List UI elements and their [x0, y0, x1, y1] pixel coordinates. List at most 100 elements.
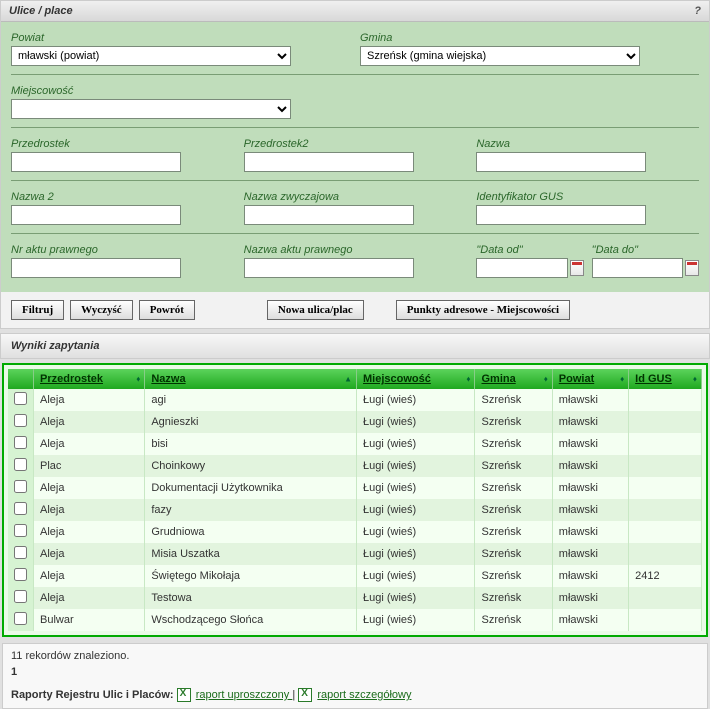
- report-detail-link[interactable]: raport szczegółowy: [317, 689, 411, 701]
- col-idgus[interactable]: Id GUS♦: [629, 369, 702, 389]
- nr-aktu-input[interactable]: [11, 258, 181, 278]
- table-row[interactable]: AlejaagiŁugi (wieś)Szreńskmławski: [8, 389, 702, 411]
- reports-label: Raporty Rejestru Ulic i Placów:: [11, 689, 174, 701]
- cell-miejscowosc: Ługi (wieś): [357, 543, 475, 565]
- id-gus-input[interactable]: [476, 205, 646, 225]
- data-do-input[interactable]: [592, 258, 684, 278]
- table-row[interactable]: AlejaŚwiętego MikołajaŁugi (wieś)Szreńsk…: [8, 565, 702, 587]
- calendar-icon-od[interactable]: [570, 260, 584, 276]
- col-nazwa[interactable]: Nazwa▲: [145, 369, 357, 389]
- miejscowosc-label: Miejscowość: [11, 85, 350, 97]
- table-row[interactable]: AlejaMisia UszatkaŁugi (wieś)Szreńskmław…: [8, 543, 702, 565]
- cell-powiat: mławski: [552, 565, 628, 587]
- row-checkbox[interactable]: [14, 458, 27, 471]
- cell-przedrostek: Aleja: [34, 521, 145, 543]
- cell-przedrostek: Plac: [34, 455, 145, 477]
- cell-przedrostek: Aleja: [34, 433, 145, 455]
- cell-gmina: Szreńsk: [475, 455, 552, 477]
- nazwa-input[interactable]: [476, 152, 646, 172]
- row-checkbox[interactable]: [14, 590, 27, 603]
- cell-nazwa: bisi: [145, 433, 357, 455]
- przedrostek2-label: Przedrostek2: [244, 138, 467, 150]
- cell-powiat: mławski: [552, 499, 628, 521]
- wyczysc-button[interactable]: Wyczyść: [70, 300, 133, 320]
- col-miejscowosc[interactable]: Miejscowość♦: [357, 369, 475, 389]
- powrot-button[interactable]: Powrót: [139, 300, 195, 320]
- nazwa-zwyczajowa-label: Nazwa zwyczajowa: [244, 191, 467, 203]
- cell-gmina: Szreńsk: [475, 411, 552, 433]
- cell-nazwa: Świętego Mikołaja: [145, 565, 357, 587]
- cell-gmina: Szreńsk: [475, 433, 552, 455]
- results-table: Przedrostek♦ Nazwa▲ Miejscowość♦ Gmina♦ …: [8, 369, 702, 631]
- cell-idgus: [629, 389, 702, 411]
- cell-miejscowosc: Ługi (wieś): [357, 609, 475, 631]
- cell-przedrostek: Aleja: [34, 411, 145, 433]
- cell-powiat: mławski: [552, 587, 628, 609]
- miejscowosc-select[interactable]: [11, 99, 291, 119]
- filtruj-button[interactable]: Filtruj: [11, 300, 64, 320]
- przedrostek-label: Przedrostek: [11, 138, 234, 150]
- cell-nazwa: Dokumentacji Użytkownika: [145, 477, 357, 499]
- cell-idgus: [629, 477, 702, 499]
- table-row[interactable]: AlejaTestowaŁugi (wieś)Szreńskmławski: [8, 587, 702, 609]
- table-row[interactable]: AlejabisiŁugi (wieś)Szreńskmławski: [8, 433, 702, 455]
- cell-nazwa: Misia Uszatka: [145, 543, 357, 565]
- cell-nazwa: fazy: [145, 499, 357, 521]
- results-title: Wyniki zapytania: [0, 333, 710, 359]
- cell-idgus: [629, 543, 702, 565]
- row-checkbox[interactable]: [14, 436, 27, 449]
- punkty-adresowe-button[interactable]: Punkty adresowe - Miejscowości: [396, 300, 570, 320]
- col-przedrostek[interactable]: Przedrostek♦: [34, 369, 145, 389]
- cell-miejscowosc: Ługi (wieś): [357, 411, 475, 433]
- cell-miejscowosc: Ługi (wieś): [357, 521, 475, 543]
- powiat-label: Powiat: [11, 32, 350, 44]
- cell-gmina: Szreńsk: [475, 587, 552, 609]
- przedrostek-input[interactable]: [11, 152, 181, 172]
- table-row[interactable]: AlejaGrudniowaŁugi (wieś)Szreńskmławski: [8, 521, 702, 543]
- data-od-label: "Data od": [476, 244, 583, 256]
- table-row[interactable]: AlejafazyŁugi (wieś)Szreńskmławski: [8, 499, 702, 521]
- powiat-select[interactable]: mławski (powiat): [11, 46, 291, 66]
- row-checkbox[interactable]: [14, 612, 27, 625]
- table-row[interactable]: AlejaDokumentacji UżytkownikaŁugi (wieś)…: [8, 477, 702, 499]
- separator: |: [292, 689, 295, 701]
- cell-gmina: Szreńsk: [475, 499, 552, 521]
- cell-idgus: [629, 587, 702, 609]
- table-row[interactable]: BulwarWschodzącego SłońcaŁugi (wieś)Szre…: [8, 609, 702, 631]
- report-simple-link[interactable]: raport uproszczony: [196, 689, 293, 701]
- cell-powiat: mławski: [552, 433, 628, 455]
- nazwa-zwyczajowa-input[interactable]: [244, 205, 414, 225]
- help-icon[interactable]: ?: [694, 5, 701, 17]
- row-checkbox[interactable]: [14, 480, 27, 493]
- row-checkbox[interactable]: [14, 546, 27, 559]
- cell-idgus: [629, 521, 702, 543]
- table-row[interactable]: AlejaAgnieszkiŁugi (wieś)Szreńskmławski: [8, 411, 702, 433]
- col-powiat[interactable]: Powiat♦: [552, 369, 628, 389]
- record-count: 11 rekordów znaleziono.: [11, 650, 699, 662]
- calendar-icon-do[interactable]: [685, 260, 699, 276]
- nazwa2-input[interactable]: [11, 205, 181, 225]
- cell-przedrostek: Aleja: [34, 587, 145, 609]
- gmina-select[interactable]: Szreńsk (gmina wiejska): [360, 46, 640, 66]
- nazwa2-label: Nazwa 2: [11, 191, 234, 203]
- nazwa-aktu-input[interactable]: [244, 258, 414, 278]
- table-row[interactable]: PlacChoinkowyŁugi (wieś)Szreńskmławski: [8, 455, 702, 477]
- data-do-label: "Data do": [592, 244, 699, 256]
- row-checkbox[interactable]: [14, 524, 27, 537]
- przedrostek2-input[interactable]: [244, 152, 414, 172]
- col-gmina[interactable]: Gmina♦: [475, 369, 552, 389]
- row-checkbox[interactable]: [14, 392, 27, 405]
- cell-idgus: [629, 609, 702, 631]
- cell-gmina: Szreńsk: [475, 565, 552, 587]
- nowa-ulica-button[interactable]: Nowa ulica/plac: [267, 300, 364, 320]
- row-checkbox[interactable]: [14, 502, 27, 515]
- cell-nazwa: Grudniowa: [145, 521, 357, 543]
- cell-przedrostek: Aleja: [34, 389, 145, 411]
- data-od-input[interactable]: [476, 258, 568, 278]
- cell-powiat: mławski: [552, 455, 628, 477]
- row-checkbox[interactable]: [14, 568, 27, 581]
- cell-powiat: mławski: [552, 411, 628, 433]
- cell-gmina: Szreńsk: [475, 477, 552, 499]
- cell-gmina: Szreńsk: [475, 389, 552, 411]
- row-checkbox[interactable]: [14, 414, 27, 427]
